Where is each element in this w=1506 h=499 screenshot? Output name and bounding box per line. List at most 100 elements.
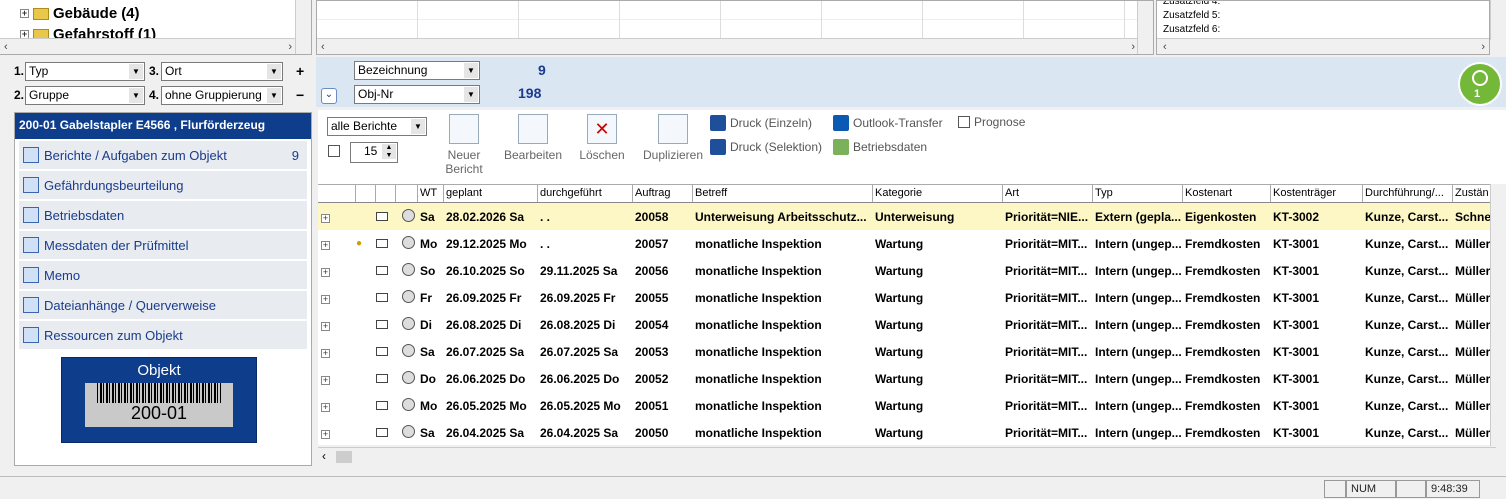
column-header[interactable]: durchgeführt (538, 185, 633, 202)
row-expand[interactable]: + (318, 264, 356, 278)
expand-icon[interactable]: + (321, 240, 330, 250)
add-group-button[interactable]: + (296, 63, 304, 79)
expand-icon[interactable]: + (321, 402, 330, 412)
row-expand[interactable]: + (318, 399, 356, 413)
scroll-left-icon[interactable]: ‹ (321, 41, 325, 53)
top-grid[interactable]: ‹ › (316, 0, 1154, 55)
sidebar-item-reports[interactable]: Berichte / Aufgaben zum Objekt 9 (19, 141, 307, 169)
column-header[interactable]: Art (1003, 185, 1093, 202)
group2-select[interactable]: Gruppe ▼ (25, 86, 145, 105)
table-cell: Priorität=NIE... (1005, 209, 1089, 224)
scroll-thumb[interactable] (336, 451, 352, 463)
column-header[interactable]: Kategorie (873, 185, 1003, 202)
expand-icon[interactable]: + (321, 348, 330, 358)
tree-node-gebaeude[interactable]: + Gebäude (4) (20, 5, 140, 22)
table-row[interactable]: + Di 26.08.2025 Di 26.08.2025 Di 20054 monatl… (318, 311, 1496, 338)
row-expand[interactable]: + (318, 345, 356, 359)
sidebar-item-memo[interactable]: Memo (19, 261, 307, 289)
new-report-button[interactable]: Neuer Bericht (442, 114, 486, 176)
expand-icon[interactable]: + (321, 429, 330, 439)
table-row[interactable]: + ● Mo 29.12.2025 Mo . . 20057 monatliche Insp… (318, 230, 1496, 257)
table-row[interactable]: + Do 26.06.2025 Do 26.06.2025 Do 20052 monatl… (318, 365, 1496, 392)
sidebar-item-attachments[interactable]: Dateianhänge / Querverweise (19, 291, 307, 319)
fields-vscrollbar[interactable] (1490, 0, 1506, 40)
column-header-expand[interactable] (318, 185, 356, 202)
column-header[interactable]: Kostenträger (1271, 185, 1363, 202)
group3-select[interactable]: Ort ▼ (161, 62, 283, 81)
scroll-left-icon[interactable]: ‹ (1163, 40, 1167, 54)
scroll-left-icon[interactable]: ‹ (4, 41, 8, 53)
fields-hscrollbar[interactable]: ‹ › (1157, 38, 1489, 54)
scroll-right-icon[interactable]: › (1131, 41, 1135, 53)
duplicate-button[interactable]: Duplizieren (636, 114, 710, 162)
table-cell: Priorität=MIT... (1005, 317, 1088, 332)
row-expand[interactable]: + (318, 210, 356, 224)
row-expand[interactable]: + (318, 318, 356, 332)
column-header[interactable]: Auftrag (633, 185, 693, 202)
column-header[interactable]: Betreff (693, 185, 873, 202)
tree-vscrollbar[interactable] (295, 0, 311, 54)
expand-icon[interactable]: + (321, 321, 330, 331)
column-header[interactable]: geplant (444, 185, 538, 202)
table-row[interactable]: + Sa 28.02.2026 Sa . . 20058 Unterweisung Arb… (318, 203, 1496, 230)
print-single-button[interactable]: Druck (Einzeln) (710, 115, 812, 131)
expand-icon[interactable]: + (321, 375, 330, 385)
row-status (396, 424, 418, 441)
table-hscrollbar[interactable]: ‹ (318, 447, 1496, 465)
delete-button[interactable]: ✕ Löschen (574, 114, 630, 162)
row-expand[interactable]: + (318, 291, 356, 305)
row-expand[interactable]: + (318, 372, 356, 386)
checkbox-icon[interactable] (958, 116, 970, 128)
group4-select[interactable]: ohne Gruppierung ▼ (161, 86, 283, 105)
envelope-icon (376, 319, 388, 329)
table-row[interactable]: + Sa 26.07.2025 Sa 26.07.2025 Sa 20053 monatl… (318, 338, 1496, 365)
column-header[interactable]: WT (418, 185, 444, 202)
expand-icon[interactable]: + (321, 213, 330, 223)
column-header[interactable]: Kostenart (1183, 185, 1271, 202)
column-header[interactable]: Durchführung/... (1363, 185, 1453, 202)
table-vscrollbar[interactable] (1490, 184, 1506, 446)
column-header[interactable]: Typ (1093, 185, 1183, 202)
scroll-right-icon[interactable]: › (1481, 40, 1485, 54)
print-selection-button[interactable]: Druck (Selektion) (710, 139, 822, 155)
sidebar-item-operating-data[interactable]: Betriebsdaten (19, 201, 307, 229)
sidebar-item-label: Dateianhänge / Querverweise (44, 297, 216, 313)
grid-vscrollbar[interactable] (1137, 1, 1153, 54)
sort1-select[interactable]: Bezeichnung ▼ (354, 61, 480, 80)
expand-icon[interactable]: + (321, 294, 330, 304)
column-header-icon1[interactable] (356, 185, 376, 202)
report-filter-select[interactable]: alle Berichte ▼ (327, 117, 427, 136)
spinner-arrows-icon[interactable]: ▲ ▼ (382, 144, 396, 159)
grid-hscrollbar[interactable]: ‹ › (317, 38, 1139, 54)
remove-group-button[interactable]: − (296, 87, 304, 103)
table-row[interactable]: + So 26.10.2025 So 29.11.2025 Sa 20056 monatl… (318, 257, 1496, 284)
count-spinner[interactable]: 15 ▲ ▼ (350, 142, 398, 163)
sort-bar: Bezeichnung ▼ 9 ⌄ Obj-Nr ▼ 198 (316, 57, 1506, 107)
table-row[interactable]: + Mo 26.05.2025 Mo 26.05.2025 Mo 20051 monatl… (318, 392, 1496, 419)
sidebar-item-resources[interactable]: Ressourcen zum Objekt (19, 321, 307, 349)
user-avatar[interactable]: 1 (1458, 62, 1502, 106)
operating-data-button[interactable]: Betriebsdaten (833, 139, 927, 155)
scroll-right-icon[interactable]: › (288, 41, 292, 53)
sidebar-item-risk-assessment[interactable]: Gefährdungsbeurteilung (19, 171, 307, 199)
row-expand[interactable]: + (318, 237, 356, 251)
report-checkbox[interactable] (328, 145, 340, 157)
scroll-left-icon[interactable]: ‹ (322, 449, 326, 463)
expand-icon[interactable]: + (321, 267, 330, 277)
tree-hscrollbar[interactable]: ‹ › (0, 38, 296, 54)
collapse-button[interactable]: ⌄ (321, 88, 337, 104)
forecast-checkbox[interactable]: Prognose (958, 115, 1025, 129)
table-row[interactable]: + Fr 26.09.2025 Fr 26.09.2025 Fr 20055 monatl… (318, 284, 1496, 311)
row-expand[interactable]: + (318, 426, 356, 440)
object-tree[interactable]: + Gebäude (4) + Gefahrstoff (1) ‹ › (0, 0, 312, 55)
group1-select[interactable]: Typ ▼ (25, 62, 145, 81)
table-row[interactable]: + Sa 26.04.2025 Sa 26.04.2025 Sa 20050 monatl… (318, 419, 1496, 445)
column-header-icon2[interactable] (376, 185, 396, 202)
edit-button[interactable]: Bearbeiten (498, 114, 568, 162)
sidebar-item-measurement-data[interactable]: Messdaten der Prüfmittel (19, 231, 307, 259)
sort2-select[interactable]: Obj-Nr ▼ (354, 85, 480, 104)
sidebar-item-label: Berichte / Aufgaben zum Objekt (44, 147, 227, 163)
column-header-icon3[interactable] (396, 185, 418, 202)
outlook-transfer-button[interactable]: Outlook-Transfer (833, 115, 943, 131)
expand-icon[interactable]: + (20, 9, 29, 18)
